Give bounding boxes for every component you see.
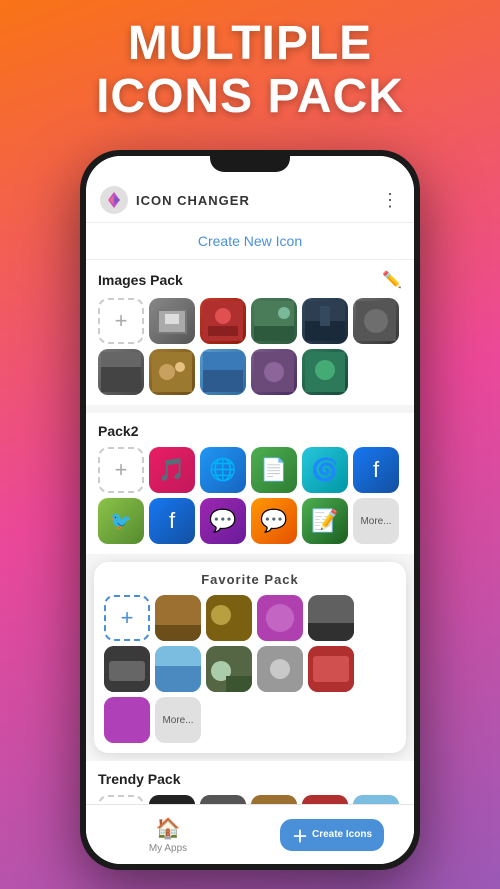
fav-cell-8[interactable] xyxy=(257,646,303,692)
phone-screen: ICON CHANGER ⋮ Create New Icon Images Pa… xyxy=(86,156,414,864)
trendy-pack-header: Trendy Pack xyxy=(98,771,402,787)
edit-icon[interactable]: ✏️ xyxy=(382,270,402,290)
favorite-add-cell[interactable]: + xyxy=(104,595,150,641)
image-cell-10[interactable] xyxy=(302,349,348,395)
pack2-icon-twitter[interactable]: 🐦 xyxy=(98,498,144,544)
images-pack-grid: + xyxy=(98,298,402,395)
app-title: ICON CHANGER xyxy=(136,193,381,208)
fav-cell-2[interactable] xyxy=(206,595,252,641)
image-cell-4[interactable] xyxy=(302,298,348,344)
pack2-icon-msg2[interactable]: 💬 xyxy=(251,498,297,544)
image-cell-7[interactable] xyxy=(149,349,195,395)
pack2-more-button[interactable]: More... xyxy=(353,498,399,544)
favorite-more-button[interactable]: More... xyxy=(155,697,201,743)
image-cell-3[interactable] xyxy=(251,298,297,344)
scroll-content: Images Pack ✏️ + xyxy=(86,260,414,838)
pack2-icon-facebook[interactable]: f xyxy=(353,447,399,493)
favorite-pack-section: Favorite Pack + xyxy=(94,562,406,753)
fav-cell-9[interactable] xyxy=(308,646,354,692)
images-pack-title: Images Pack xyxy=(98,272,183,288)
create-new-icon-bar[interactable]: Create New Icon xyxy=(86,223,414,260)
image-cell-1[interactable] xyxy=(149,298,195,344)
hero-title: MULTIPLE ICONS PACK xyxy=(0,18,500,124)
nav-item-create[interactable]: ＋ Create Icons xyxy=(250,819,414,851)
add-image-cell[interactable]: + xyxy=(98,298,144,344)
favorite-pack-title: Favorite Pack xyxy=(104,572,396,587)
fav-cell-3[interactable] xyxy=(257,595,303,641)
image-cell-5[interactable] xyxy=(353,298,399,344)
images-pack-section: Images Pack ✏️ + xyxy=(86,260,414,405)
create-plus-icon: ＋ xyxy=(292,823,308,847)
pack2-icon-app2[interactable]: 🌀 xyxy=(302,447,348,493)
bottom-navigation: 🏠 My Apps ＋ Create Icons xyxy=(86,804,414,864)
fav-cell-10[interactable] xyxy=(104,697,150,743)
phone-mockup: ICON CHANGER ⋮ Create New Icon Images Pa… xyxy=(80,150,420,870)
create-icons-button[interactable]: ＋ Create Icons xyxy=(280,819,384,851)
image-cell-6[interactable] xyxy=(98,349,144,395)
phone-notch xyxy=(210,150,290,172)
pack2-title: Pack2 xyxy=(98,423,138,439)
nav-item-apps[interactable]: 🏠 My Apps xyxy=(86,816,250,854)
create-label: Create Icons xyxy=(312,829,372,840)
images-pack-header: Images Pack ✏️ xyxy=(98,270,402,290)
pack2-icon-music[interactable]: 🎵 xyxy=(149,447,195,493)
pack2-grid: + 🎵 🌐 📄 🌀 f 🐦 f 💬 💬 📝 More... xyxy=(98,447,402,544)
fav-cell-7[interactable] xyxy=(206,646,252,692)
hero-section: MULTIPLE ICONS PACK xyxy=(0,0,500,134)
image-cell-9[interactable] xyxy=(251,349,297,395)
fav-cell-4[interactable] xyxy=(308,595,354,641)
favorite-pack-grid: + xyxy=(104,595,396,743)
pack2-add-cell[interactable]: + xyxy=(98,447,144,493)
pack2-icon-notes[interactable]: 📝 xyxy=(302,498,348,544)
pack2-icon-fb2[interactable]: f xyxy=(149,498,195,544)
trendy-pack-title: Trendy Pack xyxy=(98,771,181,787)
apps-icon: 🏠 xyxy=(156,816,181,841)
image-cell-8[interactable] xyxy=(200,349,246,395)
fav-cell-1[interactable] xyxy=(155,595,201,641)
pack2-icon-messenger[interactable]: 💬 xyxy=(200,498,246,544)
image-cell-2[interactable] xyxy=(200,298,246,344)
fav-cell-5[interactable] xyxy=(104,646,150,692)
pack2-icon-doc[interactable]: 📄 xyxy=(251,447,297,493)
pack2-icon-ie[interactable]: 🌐 xyxy=(200,447,246,493)
pack2-section: Pack2 + 🎵 🌐 📄 🌀 f 🐦 f 💬 💬 📝 More... xyxy=(86,413,414,554)
create-new-icon-label: Create New Icon xyxy=(198,233,302,249)
fav-cell-6[interactable] xyxy=(155,646,201,692)
apps-label: My Apps xyxy=(149,843,187,854)
pack2-header: Pack2 xyxy=(98,423,402,439)
app-logo xyxy=(100,186,128,214)
more-menu-icon[interactable]: ⋮ xyxy=(381,190,400,211)
